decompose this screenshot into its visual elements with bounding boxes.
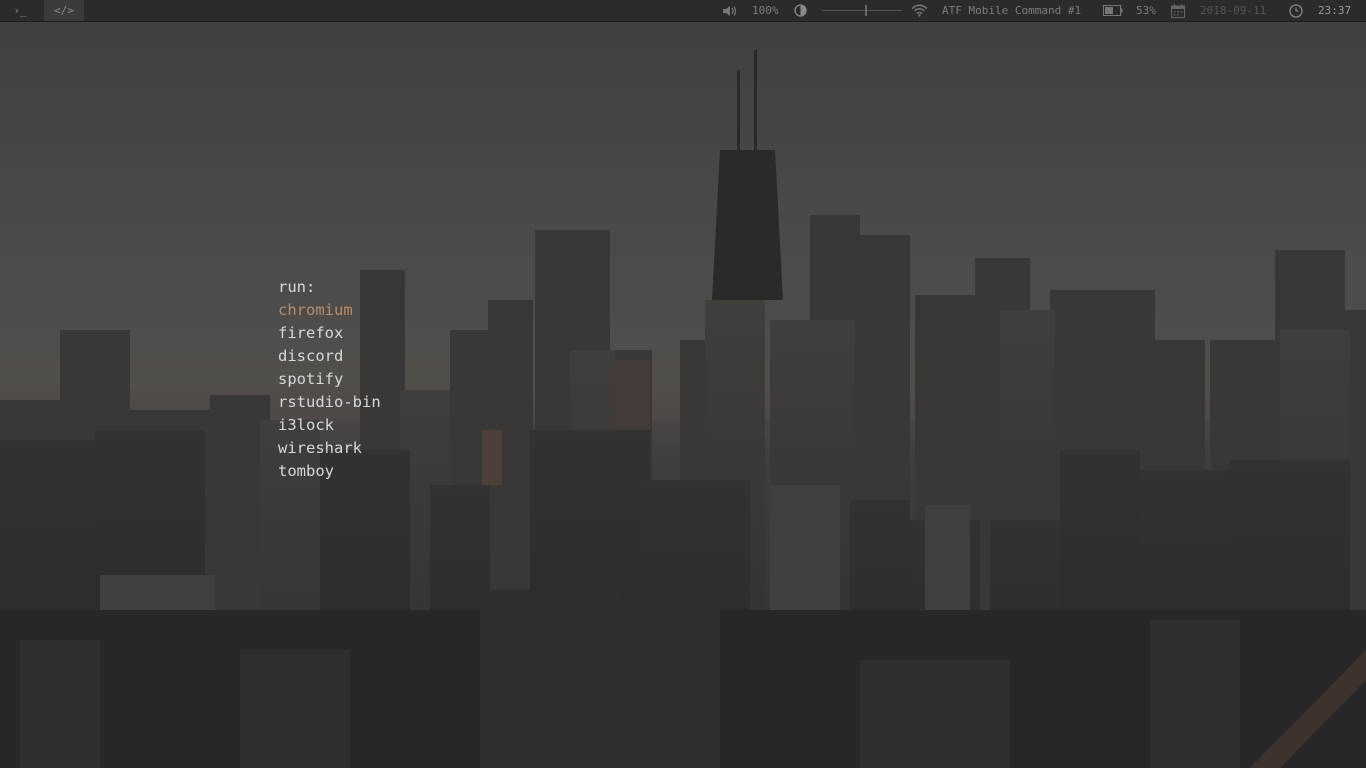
code-icon: </>	[54, 4, 74, 17]
workspace-terminal[interactable]: ›_	[0, 0, 40, 21]
run-item-tomboy[interactable]: tomboy	[278, 460, 381, 483]
wifi-ssid: ATF Mobile Command #1	[942, 4, 1082, 17]
run-item-i3lock[interactable]: i3lock	[278, 414, 381, 437]
run-item-discord[interactable]: discord	[278, 345, 381, 368]
clock-text: 23:37	[1318, 4, 1352, 17]
clock-icon	[1289, 0, 1303, 21]
run-item-rstudio-bin[interactable]: rstudio-bin	[278, 391, 381, 414]
workspace-code[interactable]: </>	[44, 0, 84, 21]
date-text: 2018-09-11	[1200, 4, 1267, 17]
speaker-icon[interactable]	[722, 0, 738, 21]
run-item-firefox[interactable]: firefox	[278, 322, 381, 345]
run-prompt: run:	[278, 278, 316, 296]
wifi-icon[interactable]	[911, 0, 928, 21]
brightness-slider[interactable]	[822, 0, 902, 21]
run-item-chromium[interactable]: chromium	[278, 299, 381, 322]
top-status-bar: ›_ </> 100% ATF Mobile Command #1 53% 20…	[0, 0, 1366, 22]
calendar-icon	[1171, 0, 1185, 21]
desktop: ›_ </> 100% ATF Mobile Command #1 53% 20…	[0, 0, 1366, 768]
terminal-icon: ›_	[13, 4, 27, 17]
battery-level: 53%	[1136, 4, 1156, 17]
wallpaper-dim-overlay	[0, 0, 1366, 768]
run-item-spotify[interactable]: spotify	[278, 368, 381, 391]
run-launcher-menu: run: chromium firefox discord spotify rs…	[278, 276, 381, 483]
brightness-icon[interactable]	[794, 0, 807, 21]
run-item-wireshark[interactable]: wireshark	[278, 437, 381, 460]
volume-level: 100%	[752, 4, 779, 17]
battery-icon[interactable]	[1103, 0, 1123, 21]
